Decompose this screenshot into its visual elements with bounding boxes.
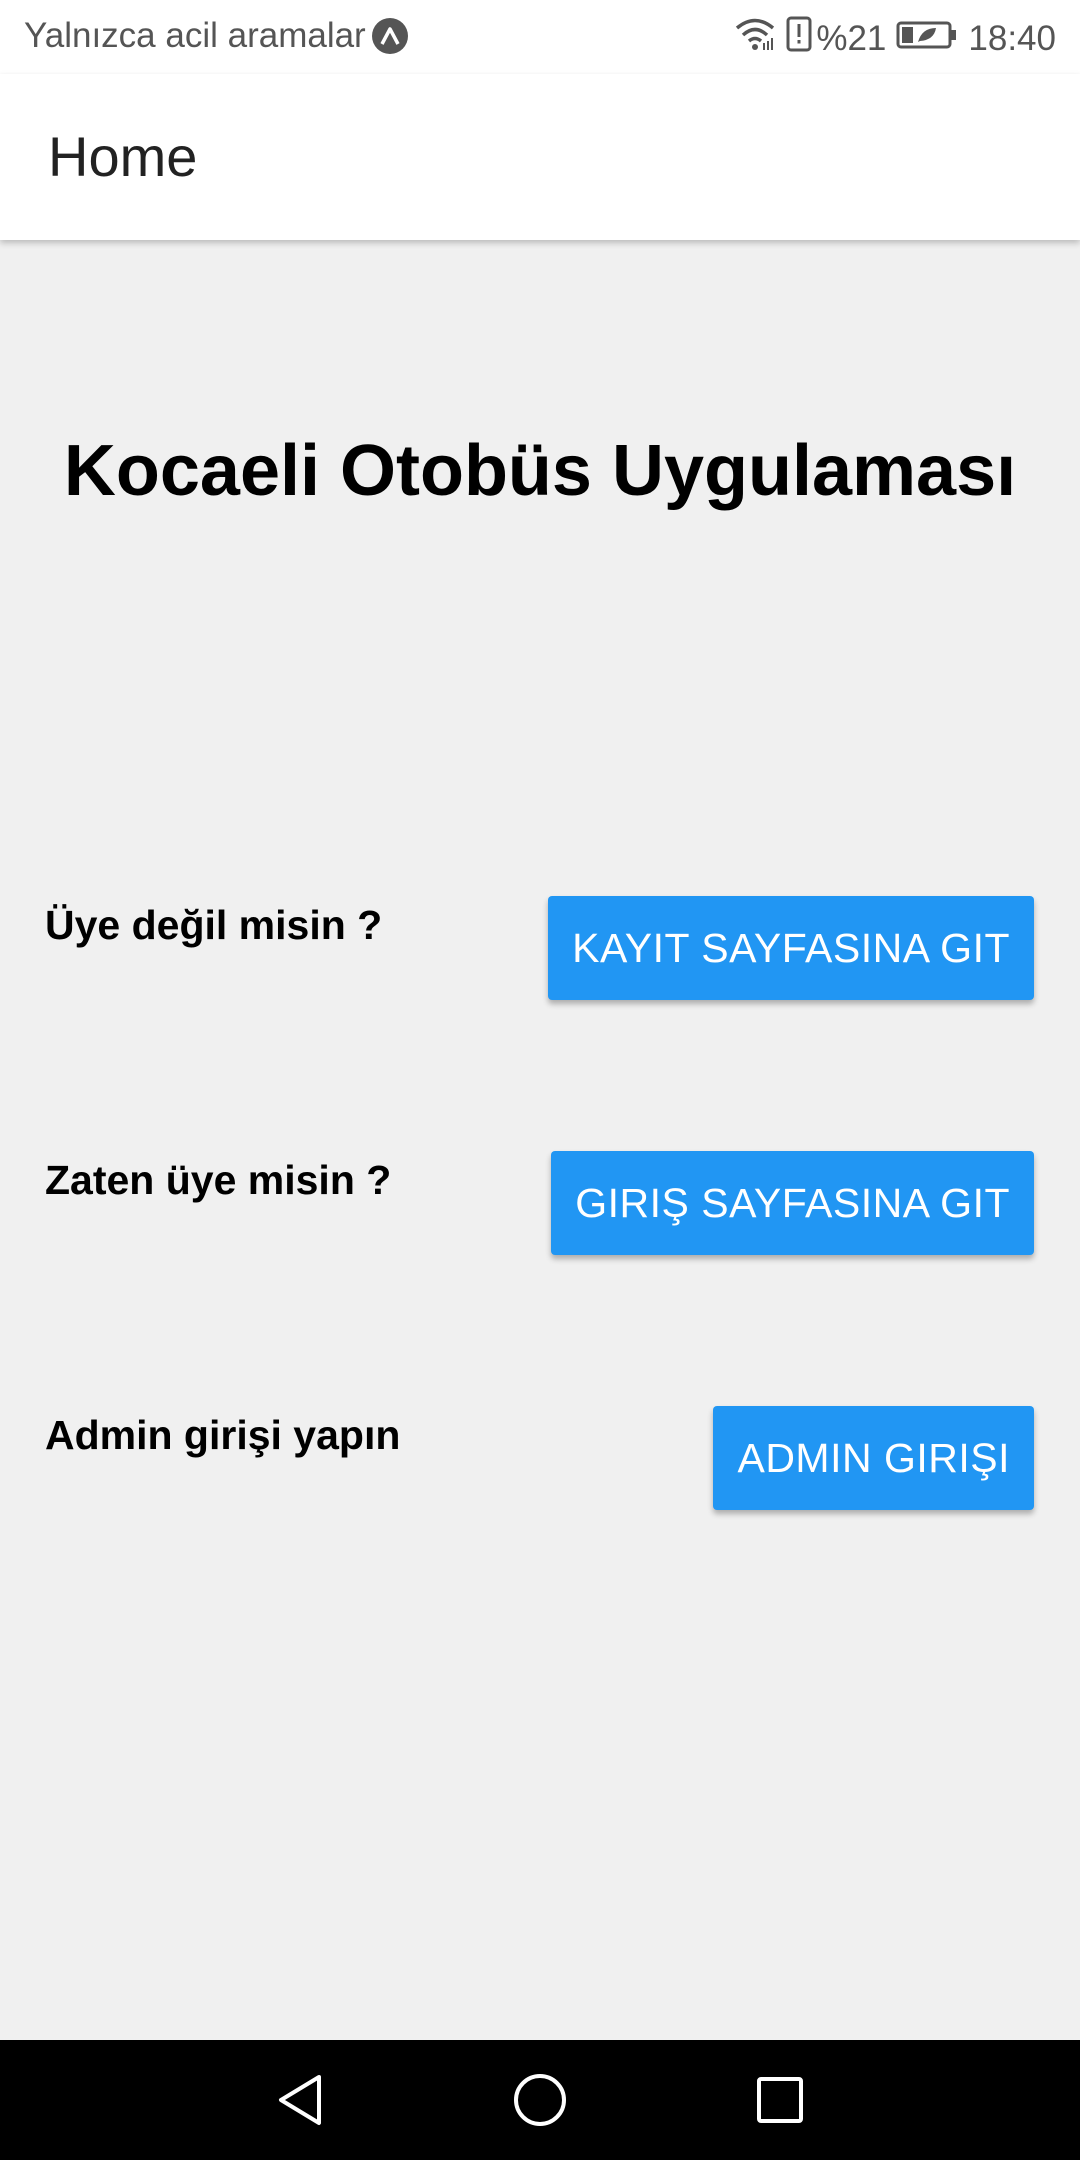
navigation-bar — [0, 2040, 1080, 2160]
status-bar: Yalnızca acil aramalar %21 18:40 — [0, 0, 1080, 74]
status-left: Yalnızca acil aramalar — [24, 16, 408, 56]
app-bar: Home — [0, 74, 1080, 240]
login-page-button[interactable]: GIRIŞ SAYFASINA GIT — [551, 1151, 1034, 1255]
wifi-icon — [734, 17, 776, 60]
register-page-button[interactable]: KAYIT SAYFASINA GIT — [548, 896, 1034, 1000]
login-prompt-label: Zaten üye misin ? — [45, 1157, 392, 1203]
recents-icon[interactable] — [750, 2070, 810, 2130]
battery-percent: %21 — [816, 18, 887, 58]
admin-prompt-label: Admin girişi yapın — [45, 1412, 401, 1458]
clock: 18:40 — [968, 18, 1056, 58]
back-icon[interactable] — [270, 2070, 330, 2130]
admin-login-button[interactable]: ADMIN GIRIŞI — [713, 1406, 1034, 1510]
main-title: Kocaeli Otobüs Uygulaması — [63, 431, 1017, 511]
status-right: %21 18:40 — [724, 16, 1056, 61]
battery-icon — [896, 19, 958, 59]
carrier-text: Yalnızca acil aramalar — [24, 16, 366, 55]
home-icon[interactable] — [510, 2070, 570, 2130]
register-prompt-label: Üye değil misin ? — [45, 902, 383, 948]
app-notification-icon — [371, 18, 408, 54]
alert-icon — [786, 16, 812, 61]
page-title: Home — [48, 125, 198, 188]
